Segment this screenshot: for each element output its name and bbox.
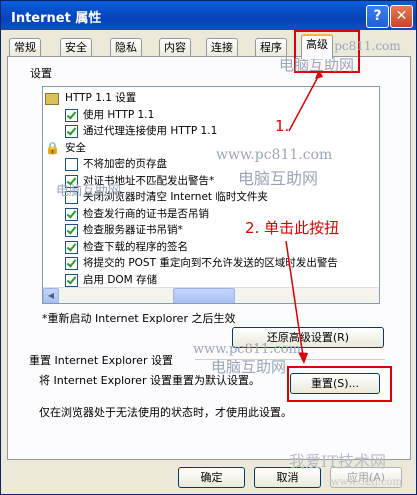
internet-options-dialog: Internet 属性 ? ✕ 常规 安全 隐私 内容 连接 程序 高级 设置 … — [0, 0, 417, 495]
restart-note: *重新启动 Internet Explorer 之后生效 — [42, 312, 236, 325]
setting-checkbox[interactable] — [65, 158, 78, 171]
setting-label: 不将加密的页存盘 — [83, 158, 167, 170]
setting-checkbox[interactable] — [65, 273, 78, 287]
watermark-brand: 电脑互助网 — [211, 358, 287, 376]
setting-label: HTTP 1.1 设置 — [65, 92, 137, 104]
reset-warning: 仅在浏览器处于无法使用的状态时，才使用此设置。 — [39, 406, 292, 419]
setting-checkbox[interactable] — [65, 125, 78, 138]
hscroll-thumb[interactable] — [173, 288, 235, 303]
setting-checkbox[interactable] — [65, 224, 78, 237]
folder-icon — [45, 93, 59, 105]
setting-checkbox[interactable] — [65, 207, 78, 221]
setting-label: 启用 DOM 存储 — [83, 273, 158, 286]
watermark-url: www.pc811.com — [216, 147, 333, 163]
close-button[interactable]: ✕ — [390, 5, 413, 28]
setting-checkbox[interactable] — [65, 240, 78, 254]
setting-label: 安全 — [65, 141, 86, 154]
arrow-step2 — [285, 240, 304, 357]
setting-checkbox[interactable] — [65, 108, 78, 122]
tab-security[interactable]: 安全 — [60, 38, 92, 57]
setting-label: 检查下载的程序的签名 — [83, 240, 188, 253]
watermark-site-url: www.52ij.com — [331, 477, 402, 488]
scroll-left-icon[interactable]: ◀ — [43, 288, 59, 303]
setting-label: 使用 HTTP 1.1 — [83, 108, 155, 121]
tab-content[interactable]: 内容 — [159, 38, 191, 57]
ok-button[interactable]: 确定 — [178, 467, 245, 488]
arrow-step1 — [288, 74, 320, 132]
annotation-step2: 2. 单击此按扭 — [245, 219, 340, 237]
watermark-brand: 电脑互助网 — [238, 169, 319, 188]
tab-general[interactable]: 常规 — [9, 38, 41, 57]
help-button[interactable]: ? — [366, 5, 389, 28]
setting-label: 检查发行商的证书是否吊销 — [83, 207, 209, 220]
settings-heading: 设置 — [30, 67, 52, 80]
tab-advanced[interactable]: 高级 — [301, 34, 333, 59]
setting-label: 检查服务器证书吊销* — [83, 224, 183, 236]
watermark-brand: 电脑互助网 — [56, 184, 122, 199]
tab-privacy[interactable]: 隐私 — [110, 38, 142, 57]
reset-group-title: 重置 Internet Explorer 设置 — [29, 354, 173, 367]
watermark-url: www.pc811.com — [193, 342, 301, 357]
watermark-site: 我爱IT技术网 — [289, 452, 386, 471]
lock-icon: 🔒 — [45, 140, 60, 155]
window-title: Internet 属性 — [11, 11, 102, 26]
title-bar: Internet 属性 ? ✕ — [1, 1, 416, 30]
tab-connections[interactable]: 连接 — [206, 38, 238, 57]
setting-label: 通过代理连接使用 HTTP 1.1 — [83, 125, 218, 137]
setting-checkbox[interactable] — [65, 257, 78, 270]
annotation-step1: 1. — [275, 117, 290, 135]
